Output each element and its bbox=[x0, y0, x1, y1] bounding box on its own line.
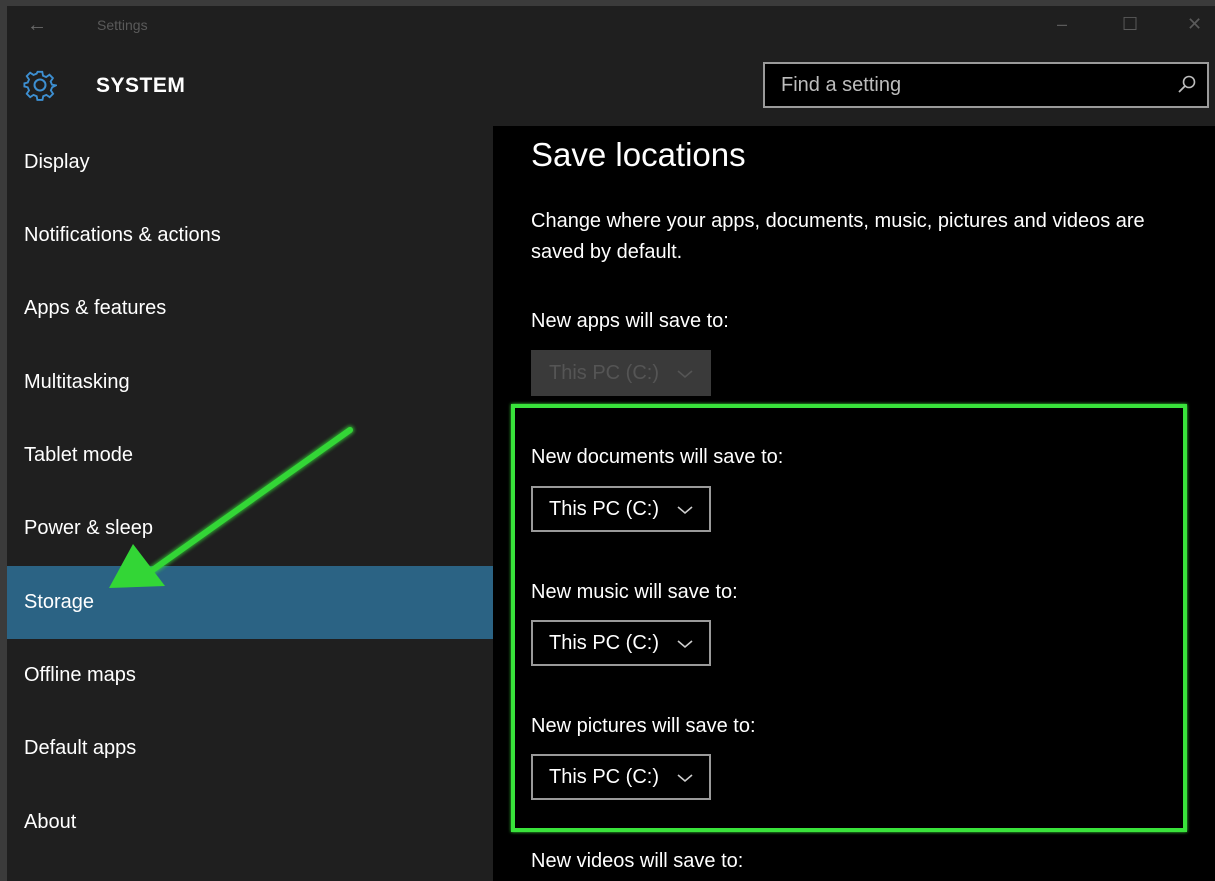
main-content: Save locations Change where your apps, d… bbox=[493, 126, 1215, 881]
sidebar-item-notifications-actions[interactable]: Notifications & actions bbox=[7, 199, 493, 272]
sidebar-item-storage[interactable]: Storage bbox=[7, 566, 493, 639]
window-title: Settings bbox=[97, 17, 148, 33]
sidebar-item-power-sleep[interactable]: Power & sleep bbox=[7, 492, 493, 565]
close-button[interactable]: ✕ bbox=[1187, 14, 1202, 35]
sidebar-item-offline-maps[interactable]: Offline maps bbox=[7, 639, 493, 712]
back-arrow-icon[interactable]: ← bbox=[27, 14, 47, 37]
settings-window: ← Settings – ☐ ✕ SYSTEM Find a setting D… bbox=[7, 6, 1215, 881]
page-header: SYSTEM bbox=[7, 46, 1215, 126]
dropdown-value: This PC (C:) bbox=[549, 632, 659, 654]
search-box[interactable] bbox=[763, 62, 1209, 108]
music-save-dropdown[interactable]: This PC (C:) bbox=[531, 620, 711, 666]
search-input[interactable] bbox=[765, 64, 1171, 106]
chevron-down-icon bbox=[677, 506, 693, 515]
music-save-label: New music will save to: bbox=[531, 581, 738, 603]
screenshot-frame: ← Settings – ☐ ✕ SYSTEM Find a setting D… bbox=[0, 0, 1215, 881]
gear-icon bbox=[23, 70, 57, 101]
pictures-save-dropdown[interactable]: This PC (C:) bbox=[531, 754, 711, 800]
documents-save-label: New documents will save to: bbox=[531, 446, 784, 468]
title-bar: ← Settings – ☐ ✕ bbox=[7, 6, 1215, 46]
maximize-button[interactable]: ☐ bbox=[1122, 14, 1138, 35]
dropdown-value: This PC (C:) bbox=[549, 498, 659, 520]
section-heading: Save locations bbox=[531, 136, 746, 173]
search-icon[interactable] bbox=[1175, 73, 1199, 97]
sidebar-item-multitasking[interactable]: Multitasking bbox=[7, 346, 493, 419]
dropdown-value: This PC (C:) bbox=[549, 766, 659, 788]
chevron-down-icon bbox=[677, 640, 693, 649]
dropdown-value: This PC (C:) bbox=[549, 362, 659, 384]
page-title: SYSTEM bbox=[96, 74, 186, 97]
documents-save-dropdown[interactable]: This PC (C:) bbox=[531, 486, 711, 532]
apps-save-label: New apps will save to: bbox=[531, 310, 729, 332]
chevron-down-icon bbox=[677, 774, 693, 783]
sidebar-nav: Display Notifications & actions Apps & f… bbox=[7, 126, 493, 881]
section-description: Change where your apps, documents, music… bbox=[531, 210, 1145, 263]
sidebar-item-default-apps[interactable]: Default apps bbox=[7, 712, 493, 785]
minimize-button[interactable]: – bbox=[1057, 14, 1067, 35]
chevron-down-icon bbox=[677, 370, 693, 379]
sidebar-item-about[interactable]: About bbox=[7, 786, 493, 859]
apps-save-dropdown: This PC (C:) bbox=[531, 350, 711, 396]
sidebar-item-display[interactable]: Display bbox=[7, 126, 493, 199]
videos-save-label: New videos will save to: bbox=[531, 850, 744, 872]
sidebar-item-tablet-mode[interactable]: Tablet mode bbox=[7, 419, 493, 492]
sidebar-item-apps-features[interactable]: Apps & features bbox=[7, 272, 493, 345]
pictures-save-label: New pictures will save to: bbox=[531, 715, 756, 737]
